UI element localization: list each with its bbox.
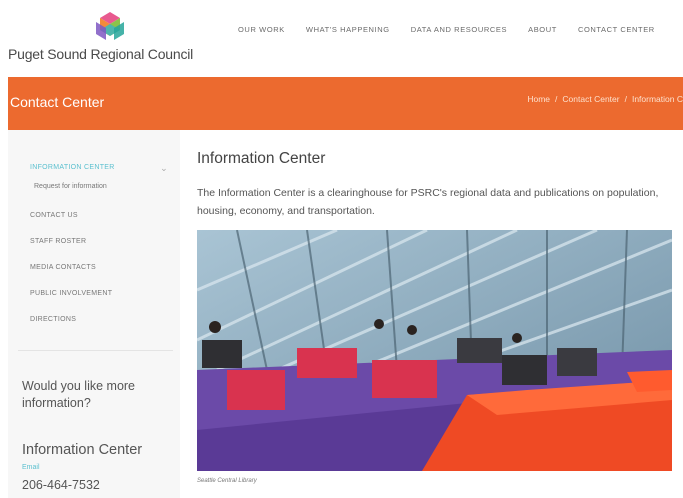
sidebar-subitem-request-info[interactable]: Request for information xyxy=(34,182,170,210)
library-photo xyxy=(197,230,672,471)
chevron-down-icon[interactable]: ⌄ xyxy=(160,162,168,174)
sidebar-item-staff-roster[interactable]: STAFF ROSTER xyxy=(30,236,170,262)
library-interior-image xyxy=(197,230,672,471)
nav-contact-center[interactable]: CONTACT CENTER xyxy=(578,25,655,34)
breadcrumb-current: Information C xyxy=(631,94,683,104)
page-banner: Contact Center Home / Contact Center / I… xyxy=(8,77,683,130)
breadcrumb-home[interactable]: Home xyxy=(527,94,550,104)
phone-number[interactable]: 206-464-7532 xyxy=(22,478,100,492)
site-header: Puget Sound Regional Council OUR WORK WH… xyxy=(0,0,683,76)
sidebar-divider xyxy=(18,350,173,351)
breadcrumb: Home / Contact Center / Information C xyxy=(527,94,683,104)
sidebar-item-label: INFORMATION CENTER xyxy=(30,164,115,171)
sidebar-item-public-involvement[interactable]: PUBLIC INVOLVEMENT xyxy=(30,288,170,314)
sidebar-item-directions[interactable]: DIRECTIONS xyxy=(30,314,170,340)
nav-our-work[interactable]: OUR WORK xyxy=(238,25,285,34)
email-link[interactable]: Email xyxy=(22,464,40,471)
info-center-heading: Information Center xyxy=(22,442,143,458)
sidebar-menu: INFORMATION CENTER ⌄ Request for informa… xyxy=(30,162,170,340)
breadcrumb-separator: / xyxy=(624,94,627,104)
breadcrumb-separator: / xyxy=(555,94,558,104)
page-title: Information Center xyxy=(197,150,326,167)
main-nav: OUR WORK WHAT'S HAPPENING DATA AND RESOU… xyxy=(238,25,676,34)
site-logo[interactable]: Puget Sound Regional Council xyxy=(8,10,193,66)
sidebar-item-media-contacts[interactable]: MEDIA CONTACTS xyxy=(30,262,170,288)
sidebar: INFORMATION CENTER ⌄ Request for informa… xyxy=(8,130,180,498)
nav-data-and-resources[interactable]: DATA AND RESOURCES xyxy=(411,25,507,34)
breadcrumb-contact-center[interactable]: Contact Center xyxy=(562,94,619,104)
banner-title: Contact Center xyxy=(10,94,105,110)
photo-caption: Seattle Central Library xyxy=(197,478,257,484)
logo-text: Puget Sound Regional Council xyxy=(8,46,194,62)
nav-whats-happening[interactable]: WHAT'S HAPPENING xyxy=(306,25,390,34)
page-description: The Information Center is a clearinghous… xyxy=(197,187,659,217)
sidebar-item-contact-us[interactable]: CONTACT US xyxy=(30,210,170,236)
sidebar-item-information-center[interactable]: INFORMATION CENTER ⌄ xyxy=(30,162,170,182)
nav-about[interactable]: ABOUT xyxy=(528,25,557,34)
main-content: Information Center The Information Cente… xyxy=(197,150,683,484)
more-info-question: Would you like more information? xyxy=(22,379,136,410)
psrc-logo-icon xyxy=(96,12,124,40)
